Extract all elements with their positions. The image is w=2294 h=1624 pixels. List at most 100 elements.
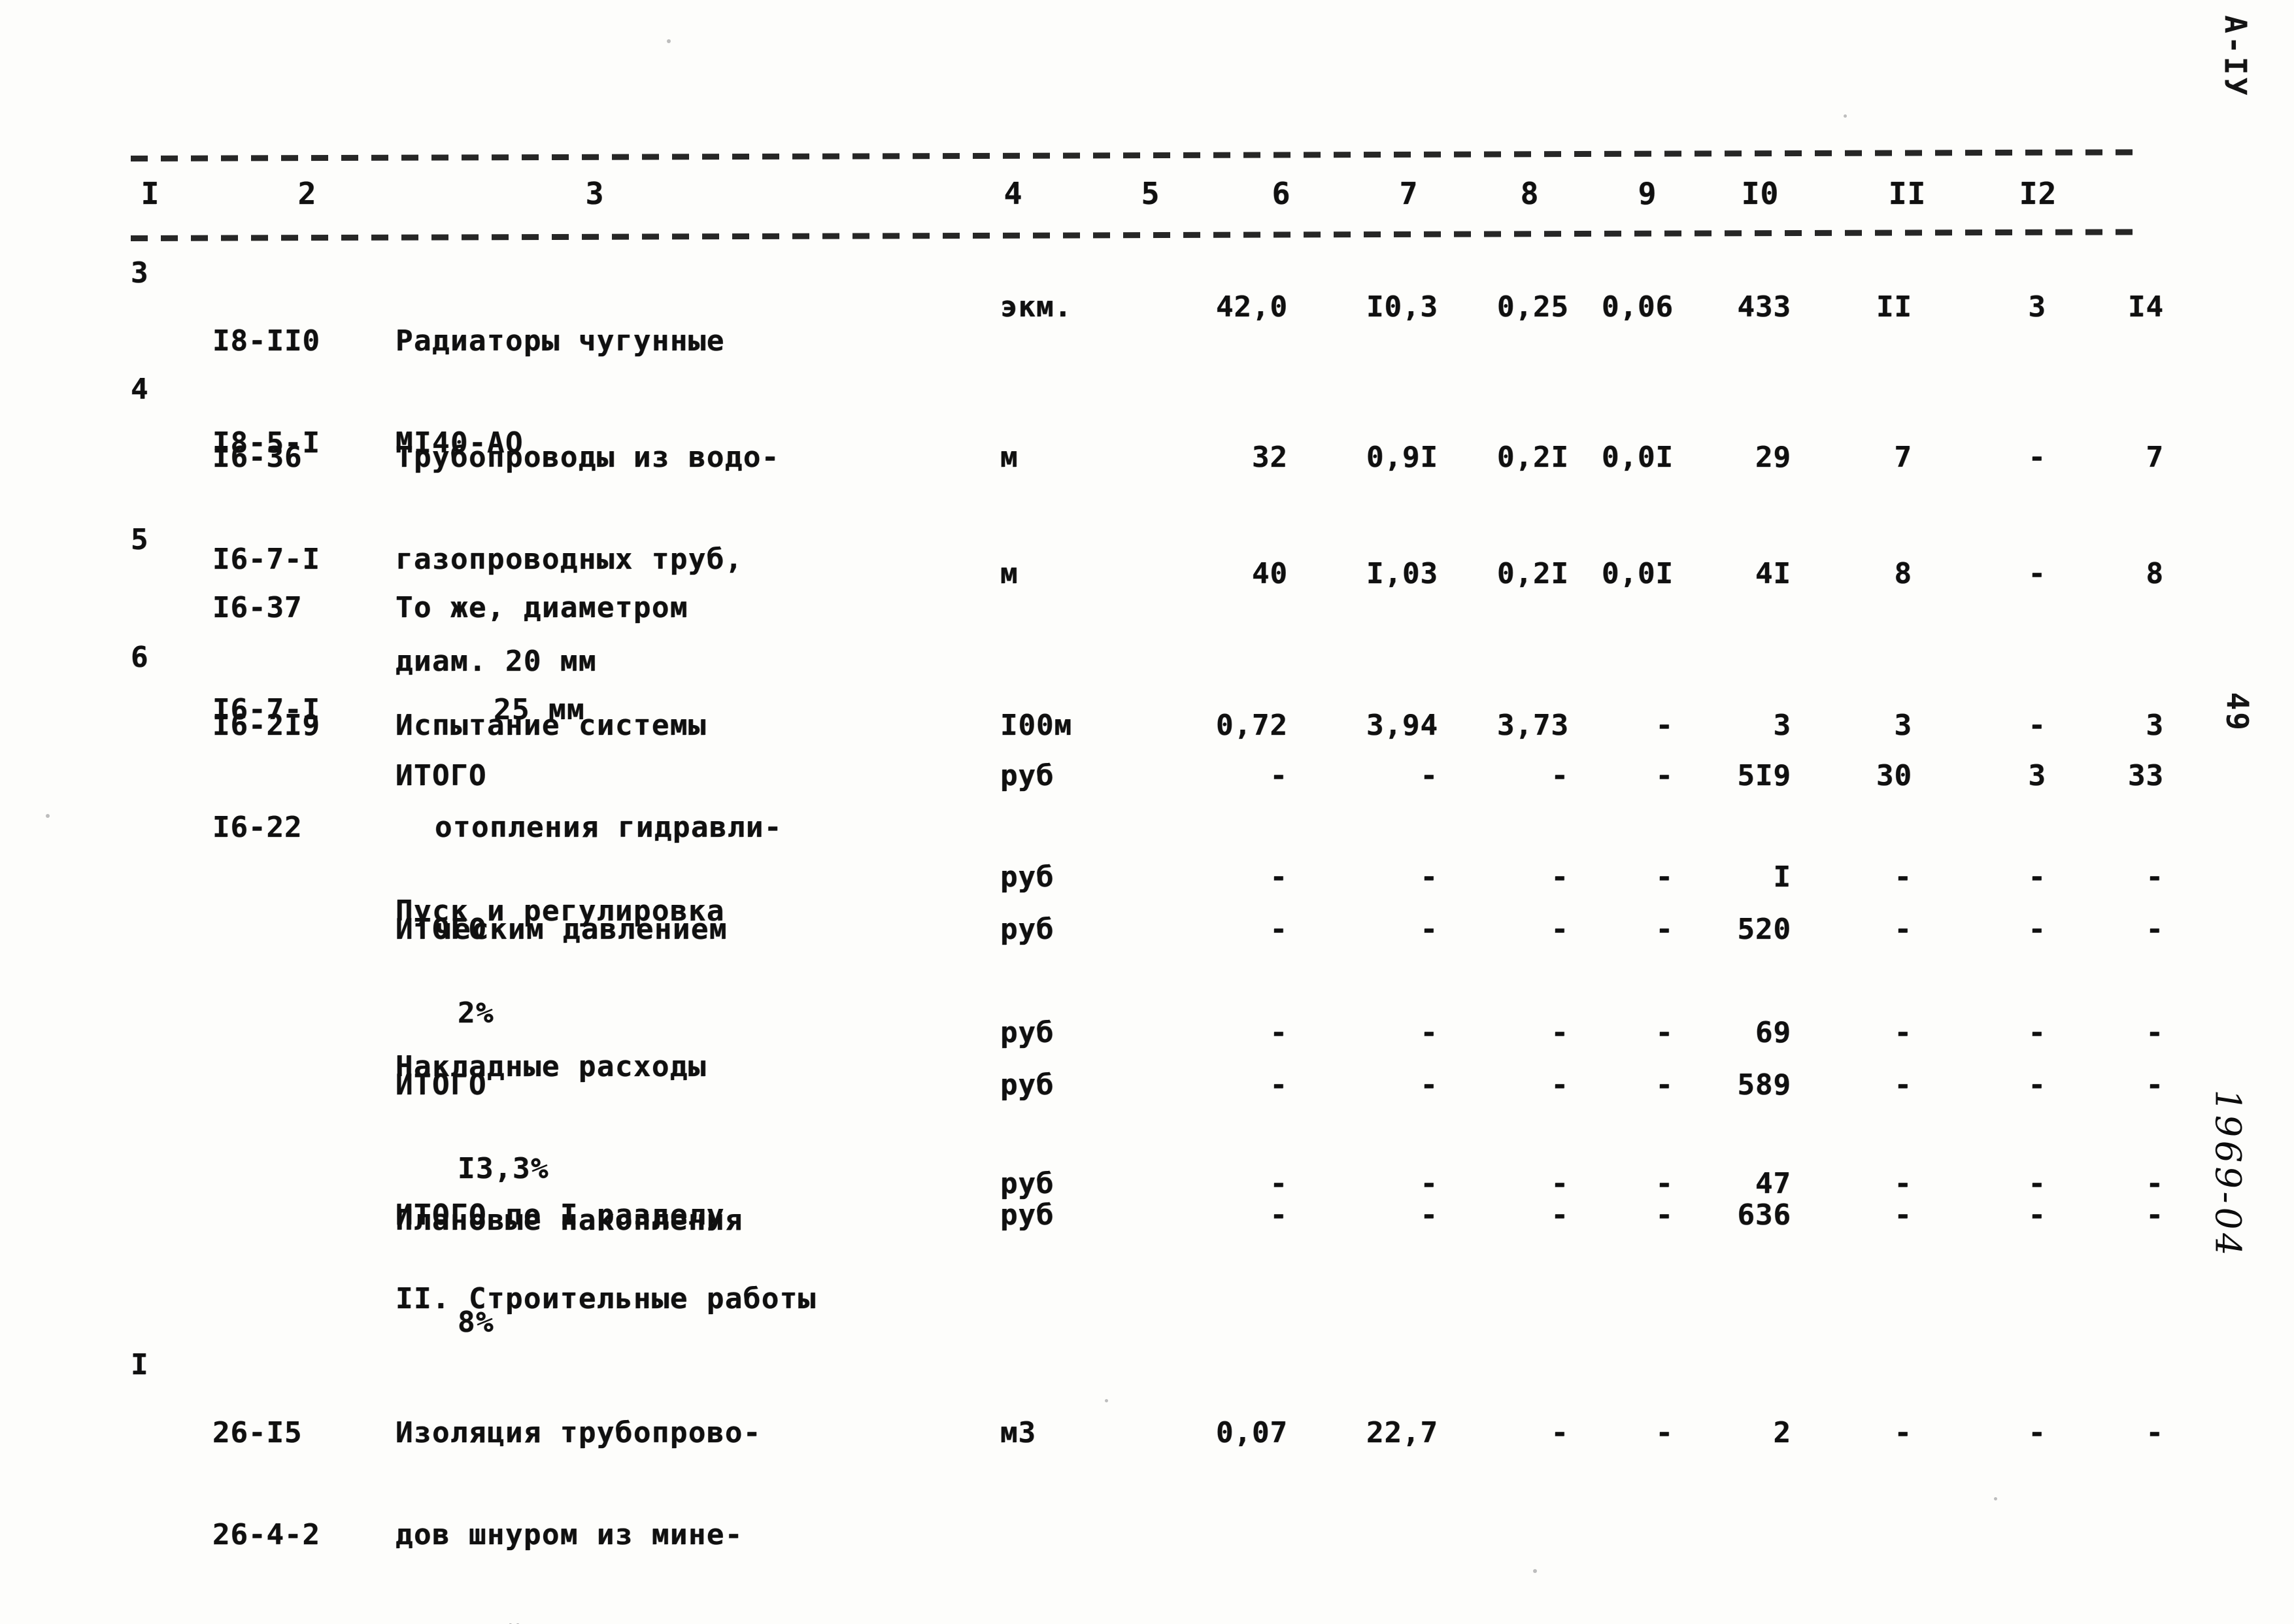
row-value-10: - xyxy=(1894,1068,1912,1102)
table-row: 4 I6-36 I6-7-I Трубопроводы из водо- газ… xyxy=(131,367,2163,678)
row-value-5: - xyxy=(1270,913,1288,946)
row-value-7: - xyxy=(1551,1198,1569,1232)
row-unit: руб xyxy=(1000,860,1054,894)
row-value-5: 42,0 xyxy=(1216,290,1288,324)
section-heading-row: II. Строительные работы xyxy=(131,1279,2144,1348)
desc-line: Трубопроводы из водо- xyxy=(396,441,780,474)
code-line: I8-II0 xyxy=(212,324,320,358)
row-value-11: - xyxy=(2028,1016,2046,1049)
table-row-section-total: ИТОГО по I разделу руб - - - - 636 - - - xyxy=(131,1198,2163,1279)
row-value-10: 30 xyxy=(1876,759,1912,792)
row-value-8: - xyxy=(1655,913,1674,946)
row-value-6: - xyxy=(1420,860,1438,894)
table-row: 5 I6-37 I6-7-I То же, диаметром 25 мм м … xyxy=(131,518,2163,726)
row-value-8: 0,0I xyxy=(1602,557,1674,590)
column-header-11: II xyxy=(1888,176,1927,211)
row-value-9: 47 xyxy=(1755,1167,1791,1200)
row-value-8: - xyxy=(1655,709,1674,742)
row-unit: I00м xyxy=(1000,709,1072,742)
desc-line: Испытание системы xyxy=(396,709,707,742)
row-value-12: - xyxy=(2146,1416,2164,1449)
scan-speck xyxy=(1533,1569,1537,1573)
row-value-11: 3 xyxy=(2028,290,2046,324)
code-line: I6-36 xyxy=(212,441,303,474)
row-description: ИТОГО по I разделу xyxy=(396,1198,725,1232)
row-value-11: - xyxy=(2028,1167,2046,1200)
row-value-7: 3,73 xyxy=(1497,709,1569,742)
row-value-11: - xyxy=(2028,557,2046,590)
row-value-6: - xyxy=(1420,1016,1438,1049)
row-value-6: - xyxy=(1420,1167,1438,1200)
row-value-6: 3,94 xyxy=(1366,709,1438,742)
row-code: 26-I5 26-4-2 xyxy=(212,1348,376,1620)
row-value-7: - xyxy=(1551,759,1569,792)
row-description: Изоляция трубопрово- дов шнуром из мине-… xyxy=(396,1348,945,1624)
desc-line: ральной ваты xyxy=(396,1620,945,1624)
code-line: 26-4-2 xyxy=(212,1518,320,1551)
desc-line: Радиаторы чугунные xyxy=(396,324,725,358)
row-value-9: 29 xyxy=(1755,441,1791,474)
code-line: 26-I5 xyxy=(212,1416,303,1449)
row-unit: руб xyxy=(1000,913,1054,946)
row-value-5: - xyxy=(1270,860,1288,894)
scanned-page: I 2 3 4 5 6 7 8 9 I0 II I2 3 I8-II0 I8-5… xyxy=(0,0,2294,1624)
row-value-9: 5I9 xyxy=(1737,759,1791,792)
row-unit: м xyxy=(1000,441,1019,474)
margin-page-number: 49 xyxy=(2219,692,2255,732)
row-value-5: - xyxy=(1270,759,1288,792)
row-value-8: - xyxy=(1655,1016,1674,1049)
row-value-5: - xyxy=(1270,1068,1288,1102)
row-number: 3 xyxy=(131,256,149,290)
row-value-7: - xyxy=(1551,1416,1569,1449)
row-value-12: 7 xyxy=(2146,441,2164,474)
row-value-9: 69 xyxy=(1755,1016,1791,1049)
row-value-8: - xyxy=(1655,1416,1674,1449)
table-row-adjustment: Пуск и регулировка 2% руб - - - - I - - … xyxy=(131,825,2163,1030)
column-header-10: I0 xyxy=(1741,176,1780,211)
table-row: I 26-I5 26-4-2 Изоляция трубопрово- дов … xyxy=(131,1348,2163,1624)
row-value-7: - xyxy=(1551,1068,1569,1102)
column-header-7: 7 xyxy=(1399,176,1419,211)
row-value-6: - xyxy=(1420,1068,1438,1102)
row-value-8: - xyxy=(1655,1167,1674,1200)
row-value-10: - xyxy=(1894,913,1912,946)
column-header-9: 9 xyxy=(1638,176,1657,211)
row-value-7: 0,2I xyxy=(1497,441,1569,474)
row-value-10: II xyxy=(1876,290,1912,324)
row-unit: руб xyxy=(1000,1198,1054,1232)
column-header-12: I2 xyxy=(2019,176,2057,211)
row-value-10: 8 xyxy=(1894,557,1912,590)
row-value-9: 3 xyxy=(1773,709,1791,742)
desc-line: Изоляция трубопрово- xyxy=(396,1416,762,1449)
row-value-9: 4I xyxy=(1755,557,1791,590)
desc-line: дов шнуром из мине- xyxy=(396,1518,743,1551)
row-value-5: - xyxy=(1270,1167,1288,1200)
table-row-total: ИТОГО руб - - - - 520 - - - xyxy=(131,910,2163,981)
row-value-8: - xyxy=(1655,860,1674,894)
row-value-11: - xyxy=(2028,1068,2046,1102)
table-row: 3 I8-II0 I8-5-I Радиаторы чугунные МI40-… xyxy=(131,250,2163,460)
row-value-7: 0,25 xyxy=(1497,290,1569,324)
table-row-overhead: Накладные расходы I3,3% руб - - - - 69 -… xyxy=(131,981,2163,1185)
column-header-4: 4 xyxy=(1004,176,1023,211)
row-description: ИТОГО xyxy=(396,1068,487,1102)
column-header-2: 2 xyxy=(297,176,317,211)
column-header-6: 6 xyxy=(1272,176,1291,211)
table-header-rule xyxy=(130,229,2144,250)
row-value-6: I0,3 xyxy=(1366,290,1438,324)
row-value-8: - xyxy=(1655,759,1674,792)
row-value-6: - xyxy=(1420,759,1438,792)
row-value-9: I xyxy=(1773,860,1791,894)
table-row: 6 I6-2I9 I6-22 Испытание системы отоплен… xyxy=(131,635,2163,946)
column-header-5: 5 xyxy=(1141,176,1160,211)
row-value-10: - xyxy=(1894,1167,1912,1200)
column-header-3: 3 xyxy=(585,176,605,211)
row-value-5: 0,07 xyxy=(1216,1416,1288,1449)
table-row-total: ИТОГО руб - - - - 589 - - - xyxy=(131,1066,2163,1134)
table-top-rule xyxy=(130,149,2144,167)
row-number: 4 xyxy=(131,373,149,406)
row-value-12: - xyxy=(2146,913,2164,946)
row-unit: руб xyxy=(1000,1016,1054,1049)
row-value-7: - xyxy=(1551,913,1569,946)
row-value-11: - xyxy=(2028,709,2046,742)
